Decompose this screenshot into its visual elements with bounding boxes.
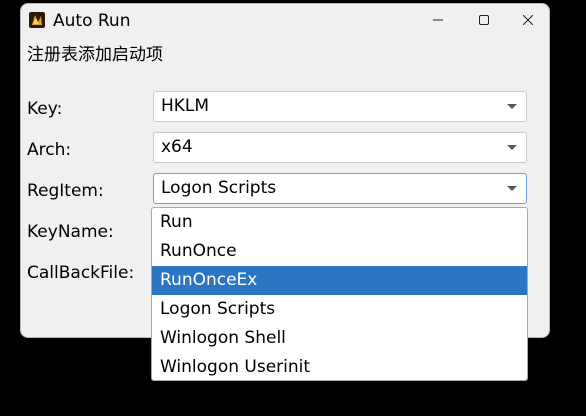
close-button[interactable] xyxy=(505,4,551,36)
subtitle-text: 注册表添加启动项 xyxy=(27,45,163,65)
keyname-label: KeyName: xyxy=(27,222,114,242)
dropdown-item-runonce[interactable]: RunOnce xyxy=(152,237,527,266)
close-icon xyxy=(523,15,533,25)
window-title: Auto Run xyxy=(53,11,131,31)
key-label: Key: xyxy=(27,99,63,119)
app-icon xyxy=(29,12,45,28)
dropdown-arrow-icon xyxy=(507,186,517,191)
maximize-icon xyxy=(479,15,489,25)
regitem-combobox[interactable]: Logon Scripts xyxy=(153,173,527,204)
regitem-label: RegItem: xyxy=(27,181,104,201)
dropdown-item-run[interactable]: Run xyxy=(152,208,527,237)
dropdown-arrow-icon xyxy=(507,104,517,109)
dropdown-arrow-icon xyxy=(507,145,517,150)
arch-combobox[interactable]: x64 xyxy=(153,132,527,163)
dropdown-item-winlogon-shell[interactable]: Winlogon Shell xyxy=(152,324,527,353)
dropdown-item-runonceex[interactable]: RunOnceEx xyxy=(152,266,527,295)
dropdown-item-logon-scripts[interactable]: Logon Scripts xyxy=(152,295,527,324)
regitem-combobox-value: Logon Scripts xyxy=(161,178,277,198)
title-bar[interactable]: Auto Run xyxy=(21,4,549,36)
key-combobox-value: HKLM xyxy=(161,96,210,116)
callbackfile-label: CallBackFile: xyxy=(27,263,135,283)
regitem-dropdown-list[interactable]: Run RunOnce RunOnceEx Logon Scripts Winl… xyxy=(151,207,528,381)
minimize-icon xyxy=(433,19,443,21)
key-combobox[interactable]: HKLM xyxy=(153,91,527,122)
maximize-button[interactable] xyxy=(461,4,507,36)
minimize-button[interactable] xyxy=(415,4,461,36)
arch-combobox-value: x64 xyxy=(161,137,193,157)
arch-label: Arch: xyxy=(27,140,72,160)
dropdown-item-winlogon-userinit[interactable]: Winlogon Userinit xyxy=(152,353,527,380)
